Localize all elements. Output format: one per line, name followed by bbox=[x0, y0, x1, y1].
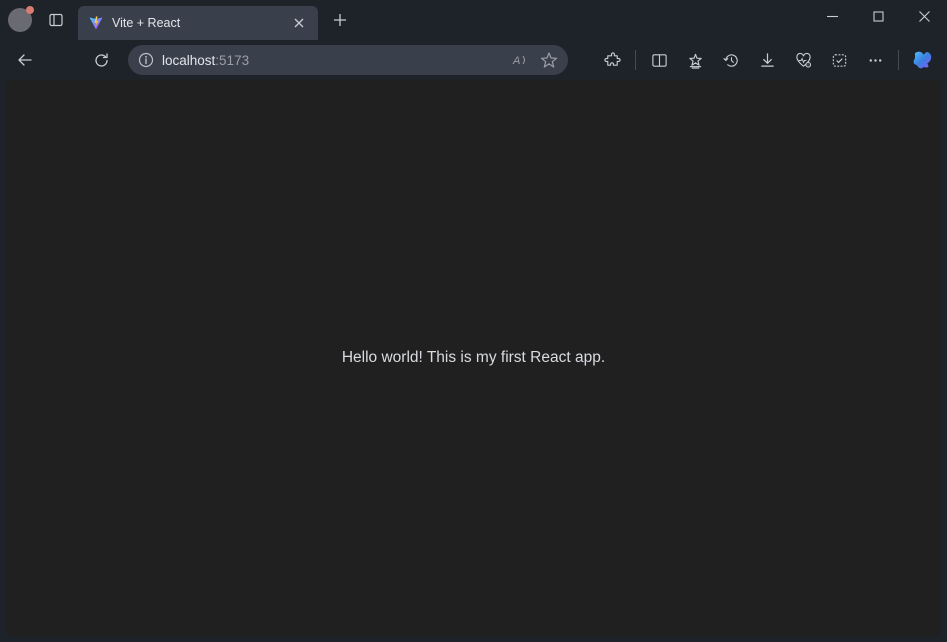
history-icon bbox=[723, 52, 740, 69]
minimize-icon bbox=[827, 11, 838, 22]
arrow-left-icon bbox=[16, 51, 34, 69]
split-screen-button[interactable] bbox=[642, 44, 676, 76]
history-button[interactable] bbox=[714, 44, 748, 76]
copilot-button[interactable] bbox=[905, 44, 939, 76]
window-minimize-button[interactable] bbox=[809, 0, 855, 32]
url-port: :5173 bbox=[215, 53, 249, 68]
url-text[interactable]: localhost:5173 bbox=[162, 53, 504, 68]
performance-button[interactable] bbox=[786, 44, 820, 76]
close-icon bbox=[919, 11, 930, 22]
toolbar-separator bbox=[635, 50, 636, 70]
toolbar-separator bbox=[898, 50, 899, 70]
refresh-icon bbox=[93, 52, 110, 69]
vite-favicon-icon bbox=[88, 15, 104, 31]
tab-actions-icon bbox=[48, 12, 64, 28]
extensions-icon bbox=[604, 52, 621, 69]
favorites-icon bbox=[687, 52, 704, 69]
tab-title: Vite + React bbox=[112, 16, 282, 30]
url-host: localhost bbox=[162, 53, 215, 68]
new-tab-button[interactable] bbox=[324, 4, 356, 36]
more-horizontal-icon bbox=[867, 52, 884, 69]
heart-pulse-icon bbox=[795, 52, 812, 69]
page-viewport: Hello world! This is my first React app. bbox=[6, 80, 941, 636]
browser-essentials-icon bbox=[831, 52, 848, 69]
window-close-button[interactable] bbox=[901, 0, 947, 32]
svg-text:A: A bbox=[512, 55, 520, 67]
window-maximize-button[interactable] bbox=[855, 0, 901, 32]
tab-actions-button[interactable] bbox=[40, 4, 72, 36]
downloads-button[interactable] bbox=[750, 44, 784, 76]
browser-titlebar: Vite + React bbox=[0, 0, 947, 40]
maximize-icon bbox=[873, 11, 884, 22]
page-body-text: Hello world! This is my first React app. bbox=[342, 349, 605, 367]
downloads-icon bbox=[759, 52, 776, 69]
window-controls bbox=[809, 0, 947, 40]
tab-close-button[interactable] bbox=[290, 14, 308, 32]
extensions-button[interactable] bbox=[595, 44, 629, 76]
split-screen-icon bbox=[651, 52, 668, 69]
profile-avatar-button[interactable] bbox=[8, 8, 32, 32]
settings-menu-button[interactable] bbox=[858, 44, 892, 76]
site-info-icon[interactable] bbox=[138, 52, 154, 68]
close-icon bbox=[294, 18, 304, 28]
favorites-button[interactable] bbox=[678, 44, 712, 76]
read-aloud-icon[interactable]: A bbox=[512, 51, 530, 69]
browser-tab[interactable]: Vite + React bbox=[78, 6, 318, 40]
nav-refresh-button[interactable] bbox=[84, 44, 118, 76]
address-bar[interactable]: localhost:5173 A bbox=[128, 45, 568, 75]
plus-icon bbox=[333, 13, 347, 27]
browser-toolbar: localhost:5173 A bbox=[0, 40, 947, 80]
browser-essentials-button[interactable] bbox=[822, 44, 856, 76]
copilot-icon bbox=[908, 46, 936, 74]
nav-back-button[interactable] bbox=[8, 44, 42, 76]
favorite-star-icon[interactable] bbox=[540, 51, 558, 69]
